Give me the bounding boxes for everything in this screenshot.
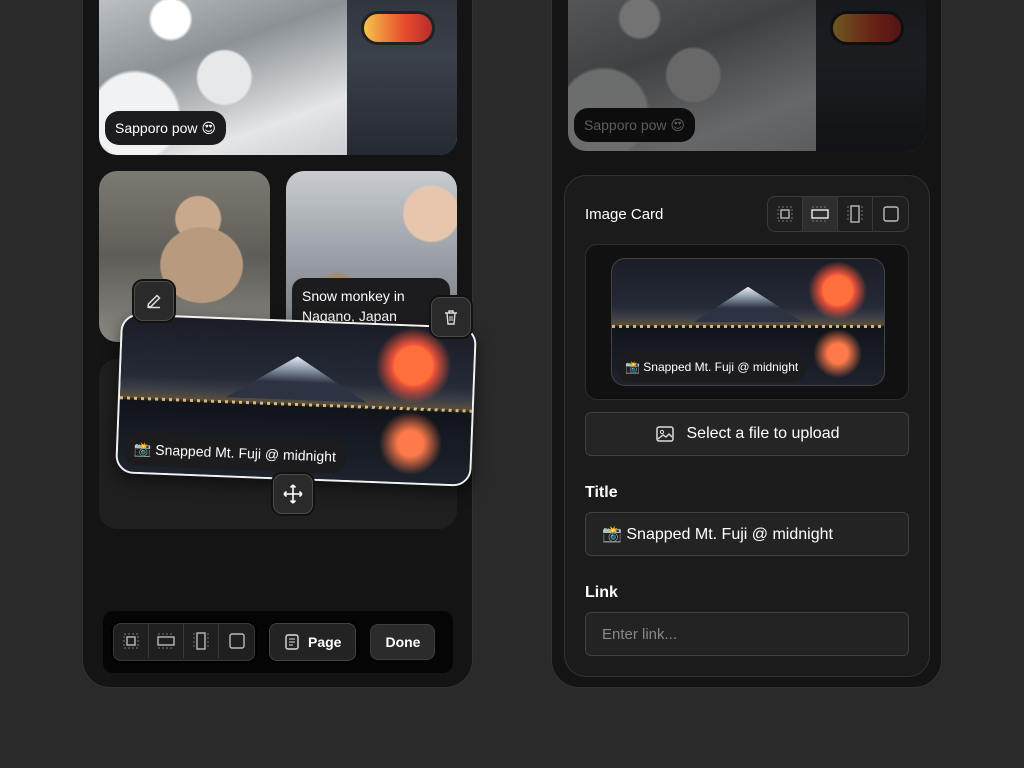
dragged-image-card[interactable]: 📸 Snapped Mt. Fuji @ midnight [115,313,477,487]
preview-container: 📸 Snapped Mt. Fuji @ midnight [585,244,909,400]
page-button-label: Page [308,634,342,650]
mountain-shape [226,354,368,403]
move-icon [283,484,303,504]
size-small-option[interactable] [114,624,149,658]
panel-size-tall-option[interactable] [838,197,873,231]
size-wide-option[interactable] [149,624,184,658]
size-large-icon [882,206,899,222]
panel-size-wide-option[interactable] [803,197,838,231]
link-input[interactable]: Enter link... [585,612,909,656]
skier-figure [347,0,457,155]
done-button[interactable]: Done [370,624,436,660]
size-tall-icon [847,205,863,223]
right-phone-frame: Sapporo pow 😍 Image Card 📸 Snapped Mt. F… [551,0,942,688]
size-tall-option[interactable] [184,624,219,658]
done-button-label: Done [385,634,421,650]
title-label: Title [585,484,618,501]
panel-size-small-option[interactable] [768,197,803,231]
image-card-settings-panel: Image Card 📸 Snapped Mt. Fuji @ midnight [564,175,930,677]
page-icon [285,634,299,650]
size-segmented-control [113,623,255,661]
size-wide-icon [811,206,829,222]
size-small-icon [123,633,139,649]
image-caption: Sapporo pow 😍 [105,111,226,145]
size-wide-icon [157,633,175,649]
upload-button[interactable]: Select a file to upload [585,412,909,456]
link-placeholder: Enter link... [602,625,678,643]
move-handle[interactable] [273,474,313,514]
size-tall-icon [193,632,209,650]
edit-button[interactable] [134,281,174,321]
goggle-shape [361,11,435,45]
page-button[interactable]: Page [269,623,357,661]
trash-icon [445,310,457,325]
shore-lights [612,324,884,328]
title-input[interactable]: 📸 Snapped Mt. Fuji @ midnight [585,512,909,556]
delete-button[interactable] [431,297,471,337]
bottom-toolbar: Page Done [103,611,453,673]
panel-size-large-option[interactable] [873,197,908,231]
preview-image: 📸 Snapped Mt. Fuji @ midnight [611,258,885,386]
size-large-option[interactable] [219,624,254,658]
size-large-icon [228,633,245,649]
size-small-icon [777,206,793,222]
skier-figure [816,0,926,151]
panel-title: Image Card [585,206,664,223]
preview-caption: 📸 Snapped Mt. Fuji @ midnight [617,352,807,382]
image-card-sapporo[interactable]: Sapporo pow 😍 [99,0,457,155]
pencil-icon [147,294,161,309]
mountain-shape [693,286,803,322]
goggle-shape [830,11,904,45]
panel-size-segmented-control [767,196,909,232]
link-label: Link [585,584,618,601]
image-caption: Sapporo pow 😍 [574,108,695,142]
image-card-sapporo-dimmed: Sapporo pow 😍 [568,0,926,151]
image-icon [655,426,674,442]
upload-button-label: Select a file to upload [686,425,840,442]
